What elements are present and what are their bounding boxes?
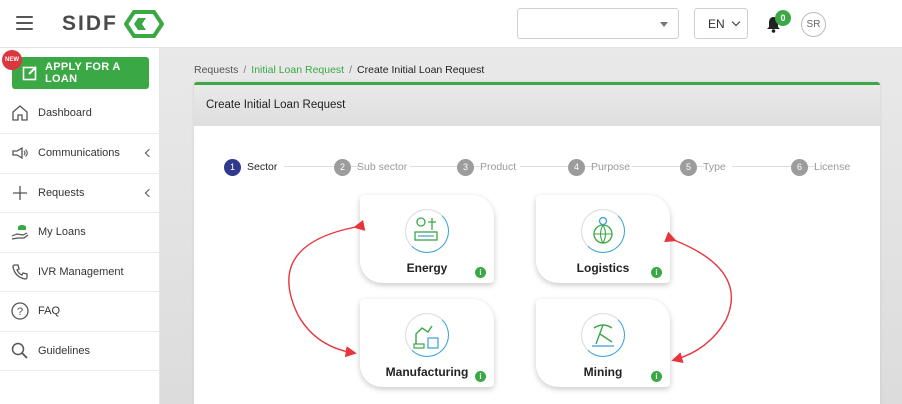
step-number: 6 <box>791 158 808 176</box>
info-icon[interactable]: i <box>651 267 662 278</box>
edit-icon <box>22 66 37 81</box>
card-title: Create Initial Loan Request <box>194 85 880 126</box>
mining-icon <box>581 313 625 357</box>
step-label: Type <box>703 161 726 173</box>
breadcrumb: Requests / Initial Loan Request / Create Ini… <box>194 64 484 76</box>
step-label: Purpose <box>591 161 631 173</box>
breadcrumb-separator: / <box>349 64 353 76</box>
caret-down-icon <box>660 22 668 27</box>
logo-mark-icon <box>123 10 164 38</box>
sector-tile-energy[interactable]: Energy i <box>360 195 494 283</box>
manufacturing-icon <box>405 313 449 357</box>
sidebar-item-ivr-management[interactable]: IVR Management <box>0 253 160 292</box>
svg-text:?: ? <box>17 306 23 318</box>
apply-for-loan-button[interactable]: APPLY FOR A LOAN <box>12 57 149 89</box>
step-product[interactable]: 3 Product <box>457 158 516 176</box>
language-select[interactable]: EN <box>694 8 748 39</box>
plus-icon <box>13 185 27 200</box>
stepper: 1 Sector 2 Sub sector 3 Product 4 Purpos… <box>224 158 854 178</box>
sidebar-item-faq[interactable]: ? FAQ <box>0 292 160 332</box>
sidebar-item-label: FAQ <box>38 305 61 318</box>
chevron-left-icon <box>144 188 154 197</box>
step-sector[interactable]: 1 Sector <box>224 158 277 176</box>
sector-tile-manufacturing[interactable]: Manufacturing i <box>360 299 494 387</box>
sidebar: NEW APPLY FOR A LOAN Dashboard Communica… <box>0 48 160 404</box>
logistics-icon <box>581 209 625 253</box>
step-label: Sector <box>247 161 278 173</box>
sidebar-item-my-loans[interactable]: My Loans <box>0 213 160 253</box>
sidebar-item-label: Requests <box>38 186 85 199</box>
sector-label: Manufacturing <box>385 365 469 379</box>
step-number: 3 <box>457 158 474 176</box>
hamburger-menu-icon[interactable] <box>16 16 33 30</box>
sector-label: Mining <box>583 365 623 379</box>
sidebar-item-label: Communications <box>38 147 120 160</box>
sidebar-item-label: My Loans <box>38 226 86 239</box>
language-value: EN <box>708 17 725 31</box>
sidebar-nav: Dashboard Communications Requests My Loa… <box>0 93 160 371</box>
info-icon[interactable]: i <box>475 371 486 382</box>
step-type[interactable]: 5 Type <box>680 158 726 176</box>
sidebar-item-communications[interactable]: Communications <box>0 134 160 174</box>
breadcrumb-root[interactable]: Requests <box>194 64 238 76</box>
energy-icon <box>405 209 449 253</box>
step-sub-sector[interactable]: 2 Sub sector <box>334 158 407 176</box>
breadcrumb-link[interactable]: Initial Loan Request <box>251 64 344 76</box>
breadcrumb-separator: / <box>243 64 247 76</box>
info-icon[interactable]: i <box>475 267 486 278</box>
step-number: 5 <box>680 158 697 176</box>
sector-label: Energy <box>406 261 448 275</box>
search-icon <box>11 342 28 359</box>
sidebar-item-requests[interactable]: Requests <box>0 174 160 213</box>
question-icon: ? <box>11 302 29 320</box>
apply-button-label: APPLY FOR A LOAN <box>45 61 121 85</box>
megaphone-icon <box>12 147 28 160</box>
step-number: 4 <box>568 158 585 176</box>
sector-tile-mining[interactable]: Mining i <box>536 299 670 387</box>
sidebar-item-dashboard[interactable]: Dashboard <box>0 93 160 134</box>
main-content: Requests / Initial Loan Request / Create Ini… <box>160 48 902 404</box>
info-icon[interactable]: i <box>651 371 662 382</box>
step-label: License <box>814 161 851 173</box>
step-label: Sub sector <box>357 161 408 173</box>
new-badge: NEW <box>2 50 22 70</box>
loans-icon <box>11 225 29 240</box>
breadcrumb-current: Create Initial Loan Request <box>357 64 485 76</box>
sector-tile-logistics[interactable]: Logistics i <box>536 195 670 283</box>
sector-label: Logistics <box>576 261 630 275</box>
request-card: Create Initial Loan Request 1 Sector 2 S… <box>194 82 880 404</box>
sidebar-item-label: IVR Management <box>38 265 124 278</box>
step-license[interactable]: 6 License <box>791 158 850 176</box>
top-bar: SIDF EN 0 SR <box>0 0 902 48</box>
user-avatar[interactable]: SR <box>801 12 826 37</box>
sidebar-item-label: Dashboard <box>38 107 92 119</box>
notification-badge: 0 <box>775 10 791 26</box>
home-icon <box>12 105 28 121</box>
chevron-down-icon <box>731 17 741 27</box>
sidf-logo[interactable]: SIDF <box>62 10 164 38</box>
step-number: 1 <box>224 158 241 176</box>
top-select[interactable] <box>517 8 679 39</box>
step-purpose[interactable]: 4 Purpose <box>568 158 630 176</box>
chevron-left-icon <box>144 149 154 158</box>
sidebar-item-label: Guidelines <box>38 344 90 357</box>
phone-icon <box>12 264 28 280</box>
sidebar-item-guidelines[interactable]: Guidelines <box>0 332 160 371</box>
step-number: 2 <box>334 158 351 176</box>
logo-text: SIDF <box>62 12 118 35</box>
step-label: Product <box>480 161 517 173</box>
